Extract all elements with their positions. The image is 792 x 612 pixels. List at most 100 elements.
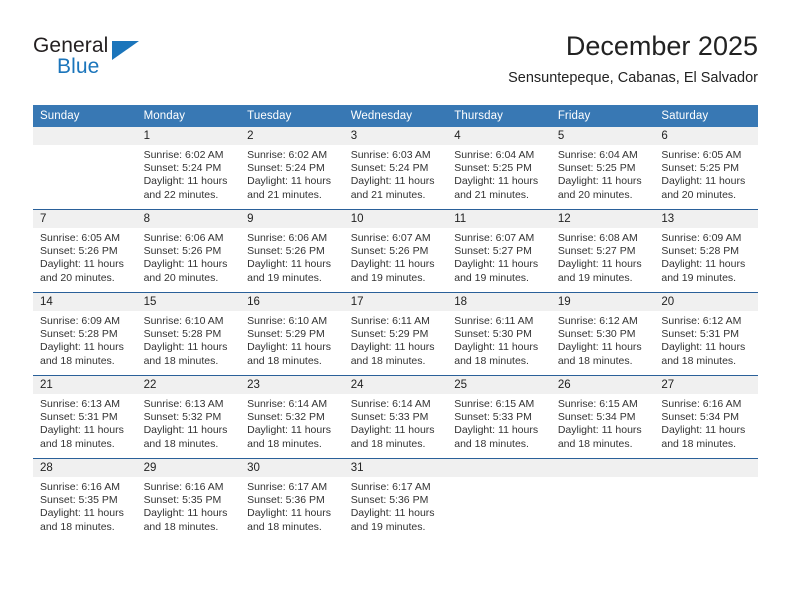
day-cell[interactable]: 15 Sunrise: 6:10 AM Sunset: 5:28 PM Dayl… bbox=[136, 292, 241, 376]
sunset-text: Sunset: 5:29 PM bbox=[350, 328, 429, 341]
weekday-header-friday: Friday bbox=[550, 105, 655, 127]
sunset-text: Sunset: 5:30 PM bbox=[557, 328, 636, 341]
weekday-header-tuesday: Tuesday bbox=[240, 105, 344, 127]
day-details: Sunrise: 6:17 AM Sunset: 5:36 PM Dayligh… bbox=[240, 477, 344, 534]
daylight-text-line1: Daylight: 11 hours bbox=[247, 424, 331, 437]
daylight-text-line2: and 18 minutes. bbox=[247, 354, 322, 367]
sunset-text: Sunset: 5:26 PM bbox=[350, 245, 429, 258]
sunset-text: Sunset: 5:27 PM bbox=[454, 245, 532, 258]
day-details: Sunrise: 6:15 AM Sunset: 5:34 PM Dayligh… bbox=[551, 394, 655, 451]
daylight-text-line2: and 19 minutes. bbox=[557, 271, 633, 284]
day-cell[interactable]: 9 Sunrise: 6:06 AM Sunset: 5:26 PM Dayli… bbox=[240, 209, 344, 293]
calendar-week-row: 21 Sunrise: 6:13 AM Sunset: 5:31 PM Dayl… bbox=[33, 375, 758, 459]
day-details: Sunrise: 6:05 AM Sunset: 5:25 PM Dayligh… bbox=[654, 145, 758, 202]
day-cell[interactable]: 16 Sunrise: 6:10 AM Sunset: 5:29 PM Dayl… bbox=[240, 292, 344, 376]
day-cell[interactable]: 18 Sunrise: 6:11 AM Sunset: 5:30 PM Dayl… bbox=[447, 292, 551, 376]
day-number: 15 bbox=[136, 293, 241, 311]
daylight-text-line1: Daylight: 11 hours bbox=[247, 507, 331, 520]
daylight-text-line2: and 22 minutes. bbox=[143, 188, 219, 201]
day-cell[interactable]: 22 Sunrise: 6:13 AM Sunset: 5:32 PM Dayl… bbox=[136, 375, 241, 459]
daylight-text-line1: Daylight: 11 hours bbox=[350, 424, 435, 437]
sunrise-text: Sunrise: 6:14 AM bbox=[247, 398, 328, 410]
day-number bbox=[550, 459, 655, 477]
day-cell[interactable]: 11 Sunrise: 6:07 AM Sunset: 5:27 PM Dayl… bbox=[447, 209, 551, 293]
day-number: 30 bbox=[240, 459, 344, 477]
day-cell[interactable]: 10 Sunrise: 6:07 AM Sunset: 5:26 PM Dayl… bbox=[343, 209, 448, 293]
general-blue-logo: General Blue bbox=[33, 34, 233, 90]
sunset-text: Sunset: 5:29 PM bbox=[247, 328, 325, 341]
day-cell[interactable]: 20 Sunrise: 6:12 AM Sunset: 5:31 PM Dayl… bbox=[654, 292, 758, 376]
daylight-text-line1: Daylight: 11 hours bbox=[143, 175, 228, 188]
sunrise-text: Sunrise: 6:15 AM bbox=[454, 398, 535, 410]
daylight-text-line1: Daylight: 11 hours bbox=[454, 175, 539, 188]
sunset-text: Sunset: 5:25 PM bbox=[454, 162, 532, 175]
weekday-header-saturday: Saturday bbox=[654, 105, 758, 127]
daylight-text-line1: Daylight: 11 hours bbox=[40, 258, 124, 271]
day-details: Sunrise: 6:07 AM Sunset: 5:26 PM Dayligh… bbox=[344, 228, 448, 285]
daylight-text-line2: and 19 minutes. bbox=[454, 271, 529, 284]
day-cell[interactable]: 14 Sunrise: 6:09 AM Sunset: 5:28 PM Dayl… bbox=[33, 292, 137, 376]
day-cell[interactable] bbox=[447, 458, 551, 541]
sunrise-text: Sunrise: 6:11 AM bbox=[350, 315, 430, 327]
day-cell[interactable]: 7 Sunrise: 6:05 AM Sunset: 5:26 PM Dayli… bbox=[33, 209, 137, 293]
sunrise-text: Sunrise: 6:17 AM bbox=[350, 481, 431, 493]
day-cell[interactable]: 5 Sunrise: 6:04 AM Sunset: 5:25 PM Dayli… bbox=[550, 127, 655, 210]
day-cell[interactable]: 2 Sunrise: 6:02 AM Sunset: 5:24 PM Dayli… bbox=[240, 127, 344, 210]
daylight-text-line1: Daylight: 11 hours bbox=[661, 175, 746, 188]
daylight-text-line1: Daylight: 11 hours bbox=[247, 175, 331, 188]
sunrise-text: Sunrise: 6:07 AM bbox=[454, 232, 535, 244]
day-cell[interactable]: 8 Sunrise: 6:06 AM Sunset: 5:26 PM Dayli… bbox=[136, 209, 241, 293]
day-cell[interactable]: 27 Sunrise: 6:16 AM Sunset: 5:34 PM Dayl… bbox=[654, 375, 758, 459]
sunrise-text: Sunrise: 6:04 AM bbox=[454, 149, 535, 161]
day-cell[interactable] bbox=[33, 127, 137, 210]
day-cell[interactable]: 24 Sunrise: 6:14 AM Sunset: 5:33 PM Dayl… bbox=[343, 375, 448, 459]
daylight-text-line2: and 19 minutes. bbox=[350, 271, 426, 284]
day-cell[interactable]: 3 Sunrise: 6:03 AM Sunset: 5:24 PM Dayli… bbox=[343, 127, 448, 210]
daylight-text-line2: and 20 minutes. bbox=[40, 271, 115, 284]
day-cell[interactable]: 12 Sunrise: 6:08 AM Sunset: 5:27 PM Dayl… bbox=[550, 209, 655, 293]
day-number: 12 bbox=[550, 210, 655, 228]
sunset-text: Sunset: 5:31 PM bbox=[661, 328, 740, 341]
day-cell[interactable]: 19 Sunrise: 6:12 AM Sunset: 5:30 PM Dayl… bbox=[550, 292, 655, 376]
sunset-text: Sunset: 5:33 PM bbox=[454, 411, 532, 424]
day-cell[interactable]: 29 Sunrise: 6:16 AM Sunset: 5:35 PM Dayl… bbox=[136, 458, 241, 541]
day-details: Sunrise: 6:15 AM Sunset: 5:33 PM Dayligh… bbox=[447, 394, 551, 451]
day-details: Sunrise: 6:04 AM Sunset: 5:25 PM Dayligh… bbox=[551, 145, 655, 202]
day-cell[interactable]: 13 Sunrise: 6:09 AM Sunset: 5:28 PM Dayl… bbox=[654, 209, 758, 293]
day-cell[interactable]: 6 Sunrise: 6:05 AM Sunset: 5:25 PM Dayli… bbox=[654, 127, 758, 210]
day-cell[interactable]: 23 Sunrise: 6:14 AM Sunset: 5:32 PM Dayl… bbox=[240, 375, 344, 459]
day-number: 26 bbox=[550, 376, 655, 394]
day-number: 2 bbox=[240, 127, 344, 145]
calendar-week-row: 14 Sunrise: 6:09 AM Sunset: 5:28 PM Dayl… bbox=[33, 292, 758, 376]
day-cell[interactable]: 28 Sunrise: 6:16 AM Sunset: 5:35 PM Dayl… bbox=[33, 458, 137, 541]
sunrise-text: Sunrise: 6:02 AM bbox=[247, 149, 328, 161]
day-cell[interactable]: 30 Sunrise: 6:17 AM Sunset: 5:36 PM Dayl… bbox=[240, 458, 344, 541]
sunset-text: Sunset: 5:36 PM bbox=[247, 494, 325, 507]
sunset-text: Sunset: 5:35 PM bbox=[143, 494, 222, 507]
day-cell[interactable]: 4 Sunrise: 6:04 AM Sunset: 5:25 PM Dayli… bbox=[447, 127, 551, 210]
day-cell[interactable] bbox=[654, 458, 758, 541]
daylight-text-line1: Daylight: 11 hours bbox=[454, 424, 539, 437]
day-cell[interactable] bbox=[550, 458, 655, 541]
day-cell[interactable]: 21 Sunrise: 6:13 AM Sunset: 5:31 PM Dayl… bbox=[33, 375, 137, 459]
weekday-header-wednesday: Wednesday bbox=[343, 105, 448, 127]
sunset-text: Sunset: 5:25 PM bbox=[557, 162, 636, 175]
day-cell[interactable]: 1 Sunrise: 6:02 AM Sunset: 5:24 PM Dayli… bbox=[136, 127, 241, 210]
sunset-text: Sunset: 5:28 PM bbox=[40, 328, 118, 341]
daylight-text-line2: and 20 minutes. bbox=[143, 271, 219, 284]
day-number: 22 bbox=[136, 376, 241, 394]
day-details bbox=[654, 477, 758, 481]
day-cell[interactable]: 31 Sunrise: 6:17 AM Sunset: 5:36 PM Dayl… bbox=[343, 458, 448, 541]
day-cell[interactable]: 25 Sunrise: 6:15 AM Sunset: 5:33 PM Dayl… bbox=[447, 375, 551, 459]
sunset-text: Sunset: 5:33 PM bbox=[350, 411, 429, 424]
day-cell[interactable]: 17 Sunrise: 6:11 AM Sunset: 5:29 PM Dayl… bbox=[343, 292, 448, 376]
daylight-text-line2: and 18 minutes. bbox=[557, 437, 633, 450]
day-number: 25 bbox=[447, 376, 551, 394]
sunrise-text: Sunrise: 6:12 AM bbox=[661, 315, 742, 327]
day-number: 1 bbox=[136, 127, 241, 145]
day-details: Sunrise: 6:10 AM Sunset: 5:29 PM Dayligh… bbox=[240, 311, 344, 368]
logo-text-blue: Blue bbox=[57, 55, 100, 78]
day-details: Sunrise: 6:09 AM Sunset: 5:28 PM Dayligh… bbox=[654, 228, 758, 285]
day-cell[interactable]: 26 Sunrise: 6:15 AM Sunset: 5:34 PM Dayl… bbox=[550, 375, 655, 459]
daylight-text-line2: and 19 minutes. bbox=[661, 271, 737, 284]
